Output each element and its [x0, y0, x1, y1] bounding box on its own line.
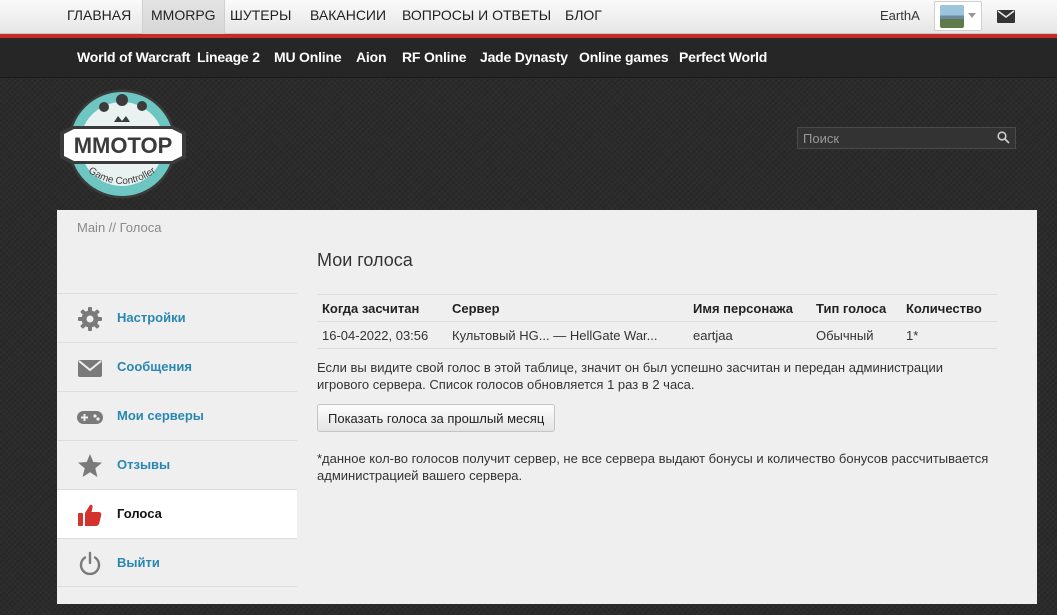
- column-header: Когда засчитан: [317, 294, 447, 322]
- search-icon[interactable]: [997, 131, 1010, 144]
- game-link-perfect-world[interactable]: Perfect World: [679, 49, 767, 65]
- nav-questions[interactable]: ВОПРОСЫ И ОТВЕТЫ: [402, 0, 551, 34]
- thumbs-up-icon: [78, 504, 102, 526]
- sidebar-item-label: Мои серверы: [117, 408, 204, 423]
- nav-home[interactable]: ГЛАВНАЯ: [67, 0, 131, 34]
- sidebar-item-label: Настройки: [117, 310, 186, 325]
- sidebar-item-settings[interactable]: Настройки: [57, 293, 297, 342]
- vote-character: eartjaa: [688, 321, 811, 349]
- gamepad-icon: [77, 411, 103, 424]
- sidebar-item-label: Сообщения: [117, 359, 192, 374]
- game-link-rf-online[interactable]: RF Online: [402, 49, 467, 65]
- table-header-row: Когда засчитан Сервер Имя персонажа Тип …: [317, 294, 997, 322]
- column-header: Сервер: [447, 294, 688, 322]
- breadcrumb[interactable]: Main // Голоса: [77, 220, 161, 235]
- avatar: [940, 5, 964, 28]
- sidebar-item-label: Голоса: [117, 506, 162, 521]
- top-navigation: ГЛАВНАЯ MMORPG ШУТЕРЫ ВАКАНСИИ ВОПРОСЫ И…: [0, 0, 1057, 34]
- game-link-online-games[interactable]: Online games: [579, 49, 669, 65]
- user-menu-dropdown[interactable]: [934, 1, 982, 31]
- game-link-aion[interactable]: Aion: [356, 49, 387, 65]
- sidebar-item-logout[interactable]: Выйти: [57, 538, 297, 587]
- chevron-down-icon: [968, 13, 976, 18]
- site-logo[interactable]: MMOTOP Game Controller: [58, 88, 188, 200]
- nav-blog[interactable]: БЛОГ: [565, 0, 602, 34]
- vote-server[interactable]: Культовый HG... — HellGate War...: [447, 321, 688, 349]
- vote-type: Обычный: [811, 321, 901, 349]
- content-panel: Main // Голоса Настройки Сообщения Мои с…: [57, 210, 1037, 604]
- username-link[interactable]: EarthA: [880, 8, 920, 23]
- column-header: Имя персонажа: [688, 294, 811, 322]
- column-header: Количество: [901, 294, 997, 322]
- vote-count: 1*: [901, 321, 997, 349]
- column-header: Тип голоса: [811, 294, 901, 322]
- info-text: Если вы видите свой голос в этой таблице…: [317, 360, 944, 392]
- show-last-month-button[interactable]: Показать голоса за прошлый месяц: [317, 404, 556, 432]
- envelope-icon: [78, 360, 102, 377]
- sidebar-item-votes[interactable]: Голоса: [57, 489, 297, 538]
- sidebar-item-messages[interactable]: Сообщения: [57, 342, 297, 391]
- star-icon: [78, 454, 102, 477]
- mail-icon[interactable]: [997, 10, 1015, 23]
- game-link-wow[interactable]: World of Warcraft: [77, 49, 190, 65]
- nav-mmorpg[interactable]: MMORPG: [142, 0, 225, 34]
- game-link-mu-online[interactable]: MU Online: [274, 49, 342, 65]
- sidebar-item-label: Отзывы: [117, 457, 171, 472]
- page-title: Мои голоса: [317, 250, 413, 270]
- sidebar-item-reviews[interactable]: Отзывы: [57, 440, 297, 489]
- game-link-jade-dynasty[interactable]: Jade Dynasty: [480, 49, 568, 65]
- game-link-lineage2[interactable]: Lineage 2: [197, 49, 260, 65]
- gear-icon: [78, 307, 102, 331]
- sidebar-item-my-servers[interactable]: Мои серверы: [57, 391, 297, 440]
- footnote-text: *данное кол-во голосов получит сервер, н…: [317, 451, 989, 483]
- logo-text: MMOTOP: [74, 133, 173, 158]
- nav-vacancies[interactable]: ВАКАНСИИ: [310, 0, 386, 34]
- votes-table: Когда засчитан Сервер Имя персонажа Тип …: [317, 294, 997, 349]
- sidebar-item-label: Выйти: [117, 555, 160, 570]
- power-icon: [79, 551, 101, 576]
- profile-sidebar: Настройки Сообщения Мои серверы Отзывы Г…: [57, 293, 297, 587]
- search-input[interactable]: [797, 127, 1016, 149]
- table-row: 16-04-2022, 03:56 Культовый HG... — Hell…: [317, 321, 997, 349]
- vote-date: 16-04-2022, 03:56: [317, 321, 447, 349]
- games-navigation: World of Warcraft Lineage 2 MU Online Ai…: [0, 38, 1057, 78]
- nav-shooters[interactable]: ШУТЕРЫ: [230, 0, 291, 34]
